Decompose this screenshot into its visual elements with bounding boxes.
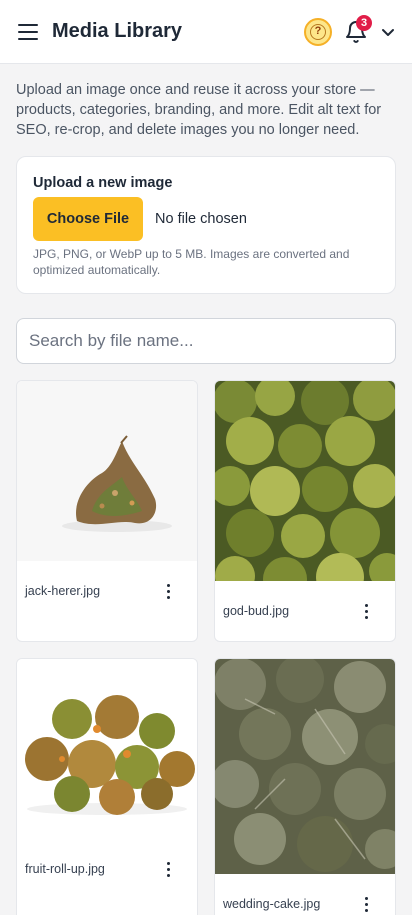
more-vertical-icon[interactable] — [159, 859, 177, 879]
search-input[interactable] — [16, 318, 396, 364]
choose-file-button[interactable]: Choose File — [33, 197, 143, 241]
top-bar: Media Library ? 3 — [0, 0, 412, 64]
hamburger-icon[interactable] — [18, 24, 38, 40]
image-thumbnail[interactable] — [17, 659, 197, 839]
more-vertical-icon[interactable] — [357, 894, 375, 914]
chevron-down-icon[interactable] — [380, 24, 396, 40]
intro-text: Upload an image once and reuse it across… — [16, 82, 382, 138]
image-card[interactable]: wedding-cake.jpg — [214, 658, 396, 915]
more-vertical-icon[interactable] — [357, 601, 375, 621]
notification-count-badge: 3 — [356, 15, 372, 31]
image-card[interactable]: fruit-roll-up.jpg — [16, 658, 198, 915]
upload-title: Upload a new image — [33, 175, 173, 191]
image-thumbnail[interactable] — [215, 381, 395, 581]
image-thumbnail[interactable] — [215, 659, 395, 874]
upload-card: Upload a new image Choose File No file c… — [16, 156, 396, 294]
page-title: Media Library — [52, 20, 183, 42]
image-filename: god-bud.jpg — [223, 604, 290, 618]
image-card[interactable]: god-bud.jpg — [214, 380, 396, 642]
image-thumbnail[interactable] — [17, 381, 197, 561]
upload-hint: JPG, PNG, or WebP up to 5 MB. Images are… — [33, 247, 350, 277]
image-filename: wedding-cake.jpg — [223, 897, 321, 911]
image-filename: jack-herer.jpg — [25, 584, 101, 598]
image-card[interactable]: jack-herer.jpg — [16, 380, 198, 642]
help-button[interactable]: ? — [304, 18, 332, 46]
image-filename: fruit-roll-up.jpg — [25, 862, 105, 876]
question-circle-icon: ? — [310, 24, 326, 40]
file-status: No file chosen — [155, 211, 247, 227]
more-vertical-icon[interactable] — [159, 581, 177, 601]
